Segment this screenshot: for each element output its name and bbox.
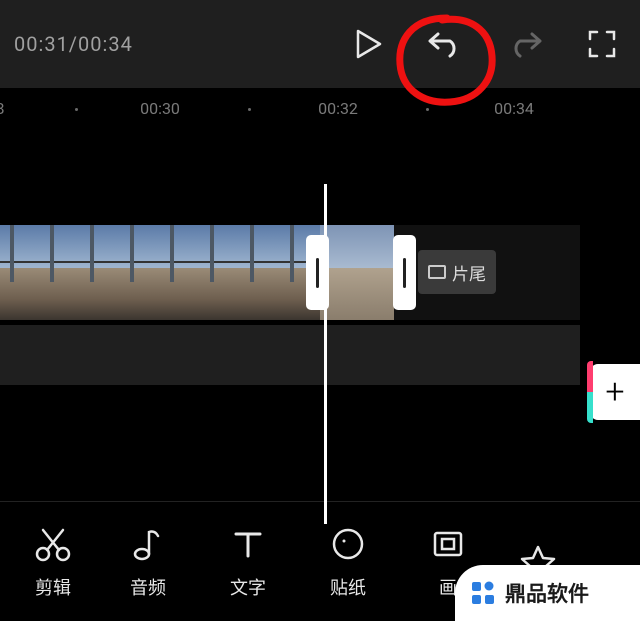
- frame-icon: [428, 265, 446, 279]
- tool-text[interactable]: 文字: [198, 524, 298, 600]
- play-button[interactable]: [356, 29, 382, 59]
- tool-cut[interactable]: 剪辑: [8, 524, 98, 600]
- play-icon: [356, 29, 382, 59]
- redo-icon: [508, 30, 542, 58]
- tool-label: 贴纸: [330, 574, 366, 600]
- top-buttons: [356, 29, 626, 59]
- redo-button[interactable]: [508, 30, 542, 58]
- scissors-icon: [33, 524, 73, 564]
- music-note-icon: [128, 524, 168, 564]
- undo-button[interactable]: [428, 30, 462, 58]
- tool-audio[interactable]: 音频: [98, 524, 198, 600]
- tool-label: 音频: [130, 574, 166, 600]
- tool-sticker[interactable]: 贴纸: [298, 524, 398, 600]
- clip-trim-handle-right[interactable]: [393, 235, 416, 310]
- end-badge-label: 片尾: [452, 260, 486, 285]
- picture-in-picture-icon: [428, 524, 468, 564]
- clip-thumbnail[interactable]: [0, 225, 320, 320]
- text-icon: [228, 524, 268, 564]
- tool-label: 文字: [230, 574, 266, 600]
- ruler-label: 00:30: [140, 99, 180, 118]
- clip-thumbnail[interactable]: [320, 225, 394, 320]
- undo-icon: [428, 30, 462, 58]
- timeline-ruler[interactable]: 8 00:30 00:32 00:34: [0, 88, 640, 130]
- watermark-logo-icon: [469, 579, 497, 607]
- timeline-tracks[interactable]: 片尾 +: [0, 130, 640, 500]
- player-topbar: 00:31/00:34: [0, 0, 640, 88]
- ruler-label: 00:32: [318, 99, 358, 118]
- add-clip-button[interactable]: +: [590, 364, 640, 420]
- clip-end-badge[interactable]: 片尾: [418, 250, 496, 294]
- sticker-icon: [328, 524, 368, 564]
- playhead[interactable]: [324, 184, 327, 524]
- time-display: 00:31/00:34: [14, 32, 133, 56]
- ruler-label: 00:34: [494, 99, 534, 118]
- audio-track-empty[interactable]: [0, 325, 580, 385]
- tool-label: 剪辑: [35, 574, 71, 600]
- fullscreen-icon: [588, 30, 616, 58]
- watermark-text: 鼎品软件: [505, 578, 589, 608]
- plus-icon: +: [605, 375, 624, 409]
- fullscreen-button[interactable]: [588, 30, 616, 58]
- watermark-badge: 鼎品软件: [455, 565, 640, 621]
